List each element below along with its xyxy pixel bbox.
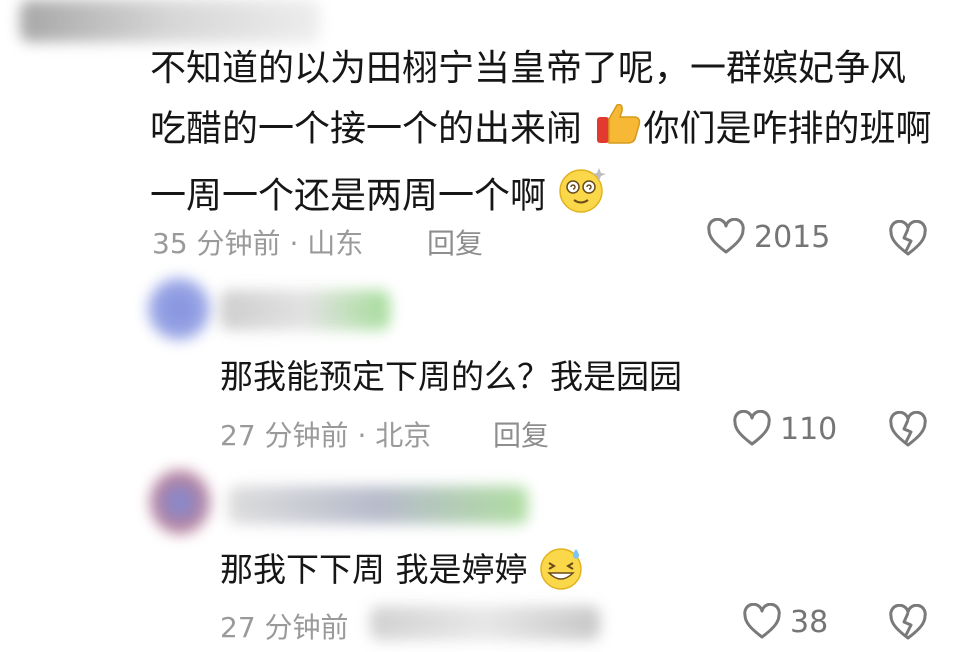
reply-location: · 北京 [357, 419, 432, 452]
reply-body: 那我能预定下周的么？我是园园 [220, 357, 682, 396]
thumbs-up-emoji [593, 97, 643, 164]
comment-location: · 山东 [289, 227, 364, 260]
reply-time: 27 分钟前 [220, 419, 349, 452]
broken-heart-icon [888, 604, 928, 642]
heart-outline-icon [742, 603, 782, 641]
like-count: 2015 [754, 219, 831, 255]
reply-body: 那我下下周 我是婷婷 [220, 543, 584, 599]
grin-sweat-emoji [538, 545, 584, 599]
dislike-button[interactable] [888, 220, 928, 258]
blurred-username [228, 486, 528, 524]
broken-heart-icon [888, 220, 928, 258]
reply-button[interactable]: 回复 [493, 414, 549, 454]
broken-heart-icon [888, 411, 928, 449]
heart-outline-icon [706, 218, 746, 256]
dislike-button[interactable] [888, 411, 928, 449]
reply-meta: 27 分钟前 [220, 606, 349, 646]
blurred-username-top [20, 0, 320, 42]
like-count: 110 [780, 411, 838, 447]
dislike-button[interactable] [888, 604, 928, 642]
like-button[interactable]: 38 [742, 603, 828, 641]
like-count: 38 [790, 604, 829, 640]
reply-time: 27 分钟前 [220, 611, 349, 644]
dizzy-face-emoji [557, 164, 607, 231]
reply-meta: 27 分钟前 · 北京 [220, 414, 431, 454]
heart-outline-icon [732, 410, 772, 448]
like-button[interactable]: 110 [732, 410, 837, 448]
reply-button[interactable]: 回复 [427, 222, 483, 262]
avatar [148, 278, 210, 340]
avatar [150, 470, 210, 534]
like-button[interactable]: 2015 [706, 218, 830, 256]
blurred-username [220, 290, 390, 330]
comment-time: 35 分钟前 [152, 227, 281, 260]
comment-body: 不知道的以为田栩宁当皇帝了呢，一群嫔妃争风吃醋的一个接一个的出来闹 你们是咋排的… [150, 40, 940, 231]
comment-meta: 35 分钟前 · 山东 [152, 222, 363, 262]
blurred-location [370, 606, 600, 640]
